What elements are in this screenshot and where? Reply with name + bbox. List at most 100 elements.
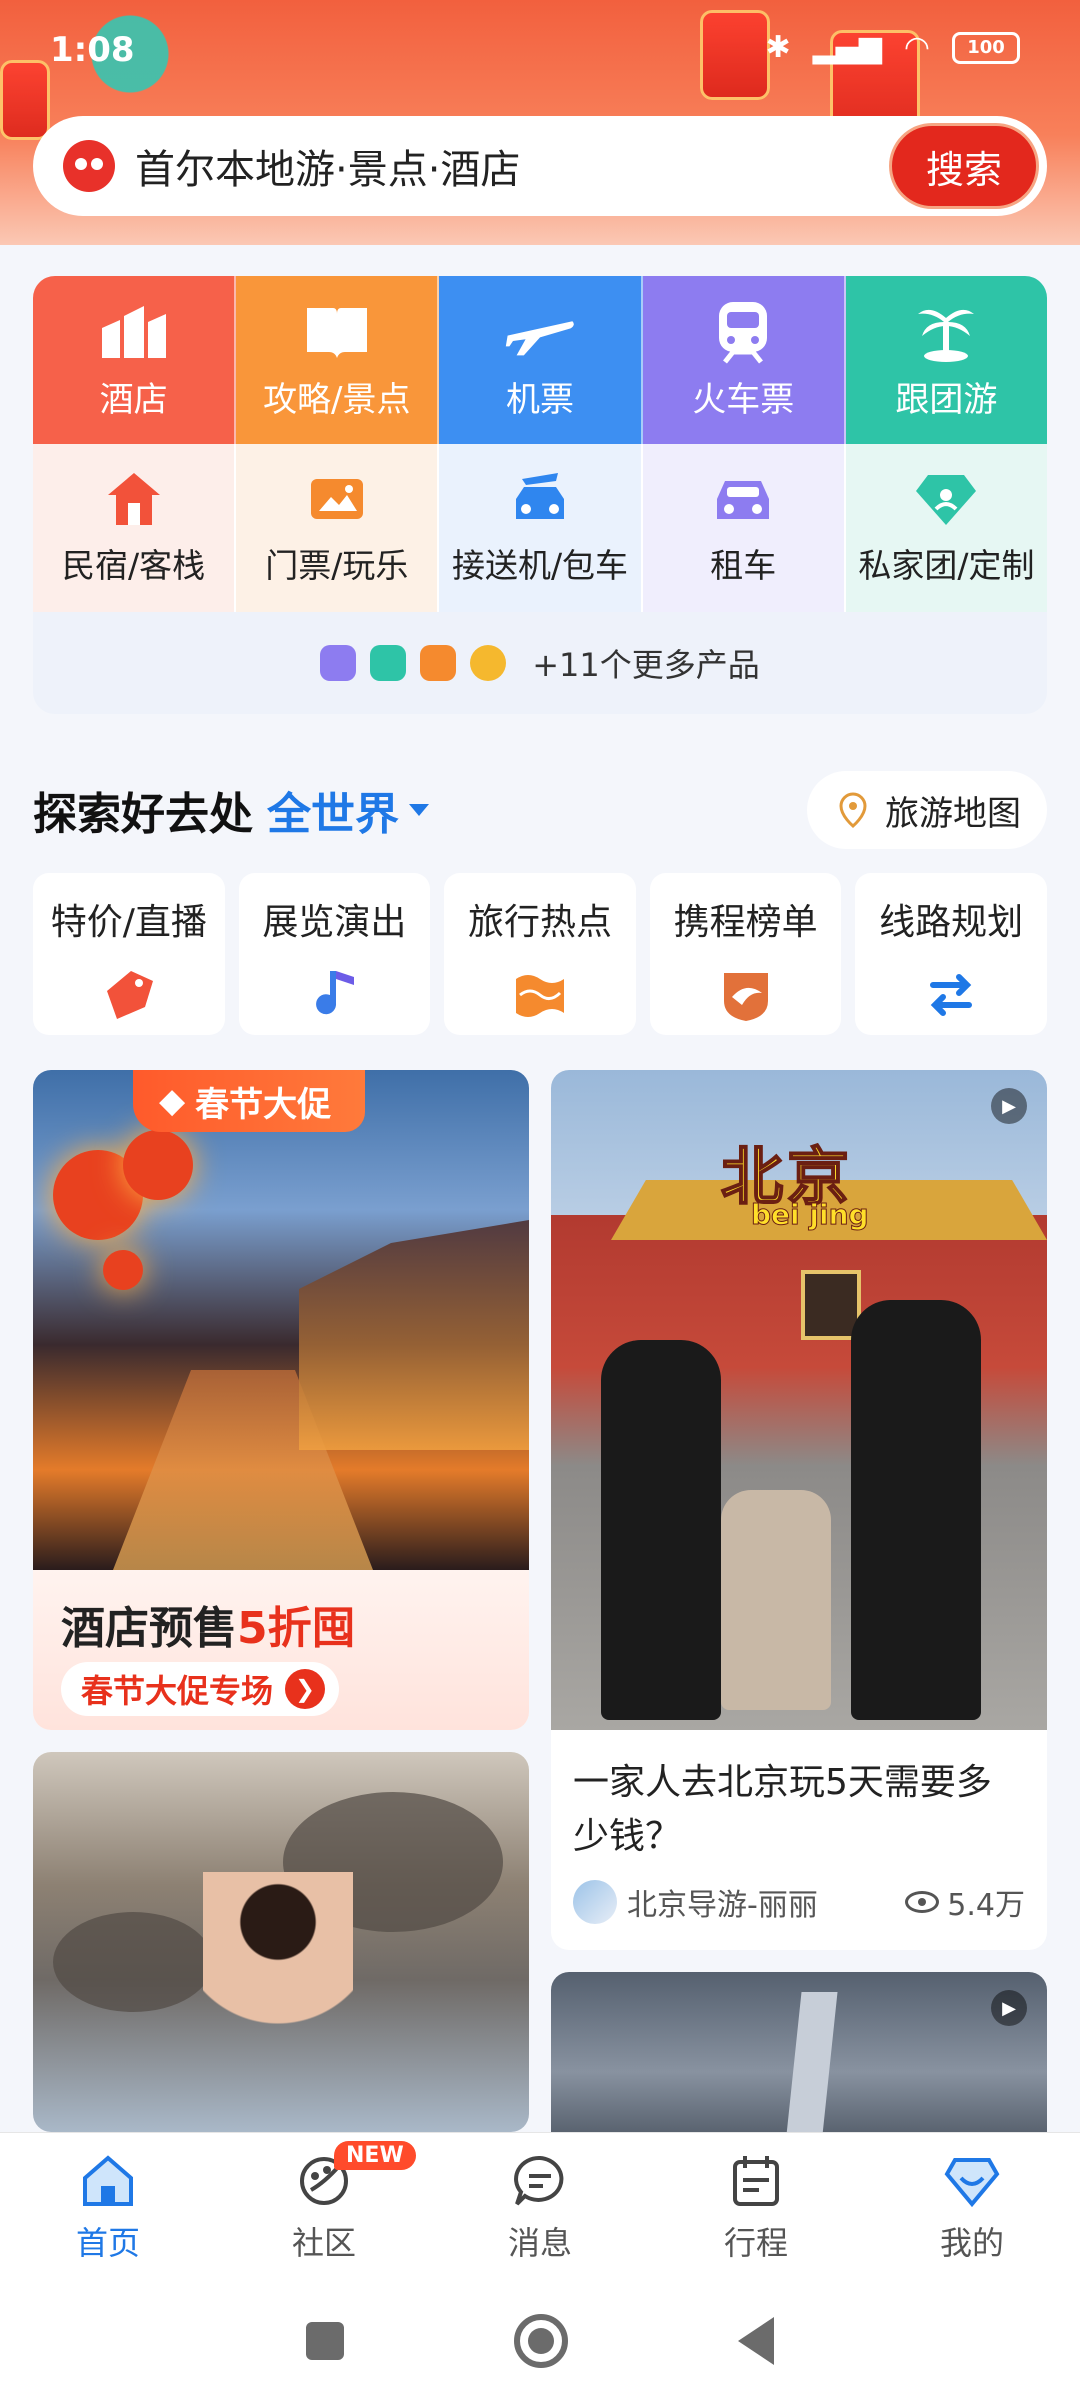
post-views: 5.4万 <box>905 1880 1025 1924</box>
eye-icon <box>905 1891 940 1913</box>
bottom-nav: 首页 NEW 社区 消息 行程 我的 <box>0 2132 1080 2282</box>
plane-icon <box>504 300 576 364</box>
rock-shape <box>53 1912 213 2012</box>
person-figure <box>851 1300 981 1720</box>
nav-label: 社区 <box>291 2223 356 2262</box>
promo-cta-label: 春节大促专场 <box>81 1672 274 1710</box>
lantern-decoration <box>103 1250 143 1290</box>
explore-header: 探索好去处 全世界 旅游地图 <box>33 770 1047 850</box>
nav-label: 行程 <box>723 2223 788 2262</box>
service-flight[interactable]: 机票 <box>439 276 643 444</box>
travel-map-button[interactable]: 旅游地图 <box>807 771 1047 849</box>
post-caption: 一家人去北京玩5天需要多少钱？ <box>573 1762 992 1857</box>
service-car-rental[interactable]: 租车 <box>642 444 846 612</box>
bluetooth-icon: ✱ <box>765 30 791 65</box>
service-label: 火车票 <box>692 379 795 420</box>
service-label: 接送机/包车 <box>451 546 629 585</box>
beijing-overlay-subtitle: bei jing <box>751 1198 870 1232</box>
service-label: 民宿/客栈 <box>62 546 206 585</box>
hotel-icon <box>98 300 170 364</box>
author-name: 北京导游-丽丽 <box>627 1888 818 1923</box>
promo-card[interactable]: ◆ 春节大促 酒店预售5折囤 春节大促专场 ❯ <box>33 1070 529 1730</box>
topic-label: 携程榜单 <box>673 902 818 943</box>
map-pin-icon <box>839 792 867 828</box>
dolphin-badge-icon <box>723 973 768 1021</box>
system-nav-bar <box>0 2282 1080 2400</box>
service-private-tour[interactable]: 私家团/定制 <box>845 444 1047 612</box>
app-screen: 1:08 ✱ ▂▄▆ ◠ 100 首尔本地游·景点·酒店 搜索 酒店 攻略/景点… <box>0 0 1080 2400</box>
beijing-post-card[interactable]: 北京 bei jing ▶ 一家人去北京玩5天需要多少钱？ 北京导游-丽丽 5.… <box>551 1070 1047 1950</box>
child-figure <box>721 1490 831 1710</box>
service-tickets[interactable]: 门票/玩乐 <box>236 444 440 612</box>
person-figure <box>601 1340 721 1720</box>
header-banner: 1:08 ✱ ▂▄▆ ◠ 100 首尔本地游·景点·酒店 搜索 <box>0 0 1080 245</box>
topic-route-planning[interactable]: 线路规划 <box>855 873 1047 1035</box>
promo-image <box>33 1070 529 1570</box>
avatar <box>573 1880 617 1924</box>
promo-title-highlight: 5折囤 <box>237 1603 356 1654</box>
services-grid: 酒店 攻略/景点 机票 火车票 跟团游 民宿/客栈 门票/玩乐 接送机/包车 租… <box>33 276 1047 714</box>
back-button[interactable] <box>738 2317 774 2365</box>
signal-icon: ▂▄▆ <box>812 30 882 65</box>
topic-exhibitions[interactable]: 展览演出 <box>238 873 431 1035</box>
search-input[interactable]: 首尔本地游·景点·酒店 <box>135 137 889 195</box>
cruise-icon <box>370 645 407 681</box>
new-badge: NEW <box>334 2141 416 2170</box>
service-label: 租车 <box>710 546 777 585</box>
travel-map-label: 旅游地图 <box>885 793 1021 834</box>
service-train[interactable]: 火车票 <box>642 276 846 444</box>
status-time: 1:08 <box>50 30 135 70</box>
topic-deals-live[interactable]: 特价/直播 <box>33 873 225 1035</box>
hot-spring-card[interactable] <box>33 1752 529 2132</box>
search-button[interactable]: 搜索 <box>889 123 1039 209</box>
car-pickup-icon <box>516 473 564 519</box>
flag-wave-icon <box>515 975 564 1017</box>
diamond-icon <box>916 475 977 525</box>
hot-spring-image <box>33 1752 529 2132</box>
nav-messages[interactable]: 消息 <box>432 2133 648 2282</box>
ctrip-logo-icon <box>63 140 115 192</box>
topic-rankings[interactable]: 携程榜单 <box>649 873 842 1035</box>
explore-scope-selector[interactable]: 全世界 <box>267 778 399 842</box>
play-icon: ▶ <box>991 1088 1027 1124</box>
caret-down-icon[interactable] <box>409 804 429 816</box>
service-label: 机票 <box>506 379 574 420</box>
visa-icon <box>420 645 457 681</box>
promo-title: 酒店预售5折囤 <box>61 1592 356 1656</box>
house-icon <box>107 473 160 525</box>
service-transfer[interactable]: 接送机/包车 <box>439 444 643 612</box>
topic-tiles: 特价/直播 展览演出 旅行热点 携程榜单 线路规划 <box>33 873 1047 1035</box>
topic-label: 特价/直播 <box>50 902 207 943</box>
nav-itinerary[interactable]: 行程 <box>648 2133 864 2282</box>
ticket-icon <box>310 479 363 519</box>
home-button[interactable] <box>514 2314 568 2368</box>
nav-label: 我的 <box>939 2223 1004 2262</box>
nav-community[interactable]: NEW 社区 <box>216 2133 432 2282</box>
service-tour[interactable]: 跟团游 <box>845 276 1047 444</box>
price-tag-icon <box>106 971 153 1019</box>
promo-badge-label: 春节大促 <box>195 1084 332 1125</box>
more-products-row[interactable]: +11个更多产品 <box>33 612 1047 714</box>
service-guide[interactable]: 攻略/景点 <box>236 276 440 444</box>
post-author[interactable]: 北京导游-丽丽 <box>573 1880 818 1924</box>
wifi-icon: ◠ <box>903 30 930 65</box>
service-label: 攻略/景点 <box>263 379 411 420</box>
topic-hotspots[interactable]: 旅行热点 <box>444 873 636 1035</box>
promo-cta-button[interactable]: 春节大促专场 ❯ <box>61 1662 340 1716</box>
status-bar: 1:08 ✱ ▂▄▆ ◠ 100 <box>0 0 1080 100</box>
service-homestay[interactable]: 民宿/客栈 <box>33 444 237 612</box>
car-rental-icon <box>717 481 770 519</box>
tag-icon: ◆ <box>159 1081 186 1121</box>
money-bag-icon <box>470 645 507 681</box>
nav-profile[interactable]: 我的 <box>864 2133 1080 2282</box>
explore-title: 探索好去处 <box>33 789 253 840</box>
service-hotel[interactable]: 酒店 <box>33 276 237 444</box>
nav-home[interactable]: 首页 <box>0 2133 216 2282</box>
services-sub-row: 民宿/客栈 门票/玩乐 接送机/包车 租车 私家团/定制 <box>33 444 1047 612</box>
promo-title-text: 酒店预售 <box>61 1603 237 1654</box>
recent-apps-button[interactable] <box>306 2322 344 2360</box>
music-note-icon <box>316 971 355 1015</box>
itinerary-icon <box>733 2155 779 2206</box>
service-label: 私家团/定制 <box>858 546 1035 585</box>
search-bar[interactable]: 首尔本地游·景点·酒店 搜索 <box>33 116 1047 216</box>
